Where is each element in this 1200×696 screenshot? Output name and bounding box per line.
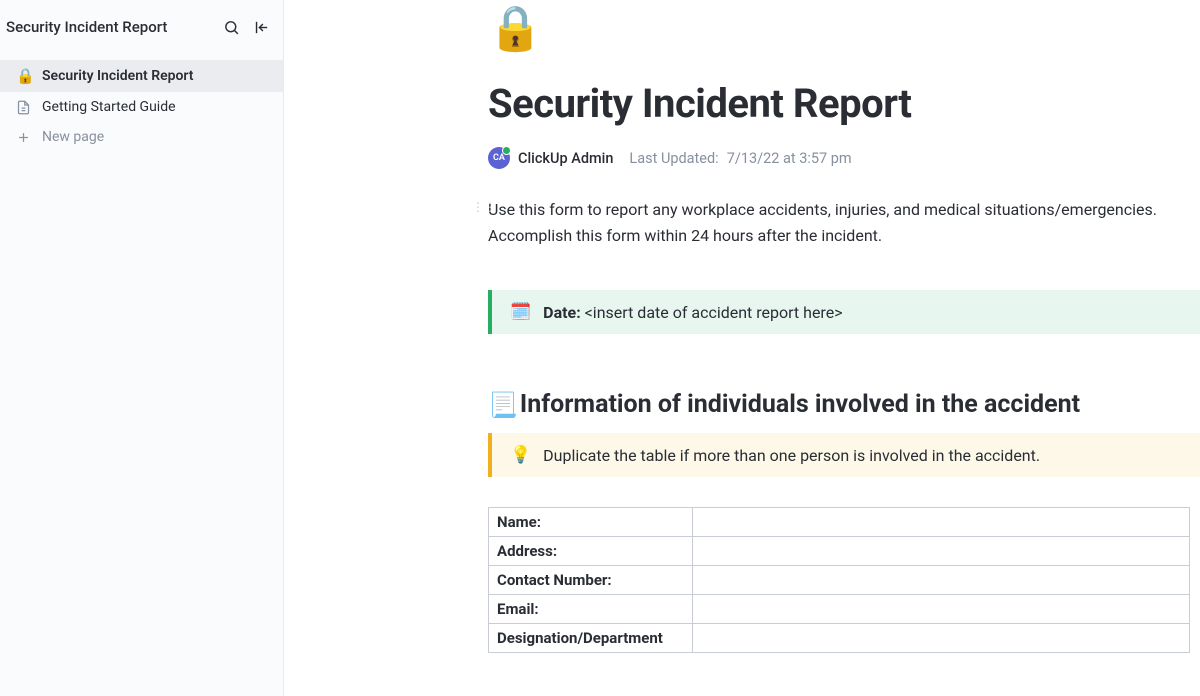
author-avatar[interactable]: CA <box>488 147 510 169</box>
page-icon: 📃 <box>488 391 518 419</box>
sidebar-item-label: Security Incident Report <box>42 68 194 84</box>
field-value[interactable] <box>693 566 1190 595</box>
tip-callout[interactable]: 💡 Duplicate the table if more than one p… <box>488 433 1200 477</box>
document-icon <box>16 100 32 115</box>
intro-text: Use this form to report any workplace ac… <box>488 197 1200 248</box>
section-heading-text: Information of individuals involved in t… <box>520 390 1080 419</box>
table-row: Designation/Department <box>489 624 1190 653</box>
last-updated-label: Last Updated: <box>629 150 718 167</box>
sidebar-header-actions <box>221 17 271 37</box>
field-value[interactable] <box>693 595 1190 624</box>
sidebar: Security Incident Report 🔒 Security Inci… <box>0 0 284 696</box>
page-title[interactable]: Security Incident Report <box>488 80 1200 127</box>
table-row: Contact Number: <box>489 566 1190 595</box>
intro-block[interactable]: ⋮⋮ Use this form to report any workplace… <box>488 197 1200 248</box>
document: 🔒 Security Incident Report CA ClickUp Ad… <box>488 0 1200 653</box>
field-label[interactable]: Name: <box>489 508 693 537</box>
field-label[interactable]: Email: <box>489 595 693 624</box>
page-icon[interactable]: 🔒 <box>488 6 1200 50</box>
page-meta: CA ClickUp Admin Last Updated: 7/13/22 a… <box>488 147 1200 169</box>
plus-icon <box>16 130 32 145</box>
tip-text: Duplicate the table if more than one per… <box>543 446 1040 465</box>
sidebar-item-security-incident-report[interactable]: 🔒 Security Incident Report <box>0 60 283 92</box>
main-content: 🔒 Security Incident Report CA ClickUp Ad… <box>284 0 1200 696</box>
last-updated-value: 7/13/22 at 3:57 pm <box>727 150 852 167</box>
section-heading-individuals[interactable]: 📃Information of individuals involved in … <box>488 390 1200 419</box>
field-label[interactable]: Contact Number: <box>489 566 693 595</box>
table-row: Email: <box>489 595 1190 624</box>
date-callout-text: Date: <insert date of accident report he… <box>543 303 842 322</box>
sidebar-item-getting-started-guide[interactable]: Getting Started Guide <box>0 92 283 122</box>
field-value[interactable] <box>693 624 1190 653</box>
field-value[interactable] <box>693 508 1190 537</box>
date-value: <insert date of accident report here> <box>585 303 843 322</box>
table-row: Address: <box>489 537 1190 566</box>
date-label: Date: <box>543 303 581 322</box>
calendar-icon: 🗓️ <box>510 302 531 322</box>
date-callout[interactable]: 🗓️ Date: <insert date of accident report… <box>488 290 1200 334</box>
individuals-table[interactable]: Name: Address: Contact Number: Email: De… <box>488 507 1190 653</box>
sidebar-header: Security Incident Report <box>0 0 283 54</box>
new-page-label: New page <box>42 129 104 145</box>
table-row: Name: <box>489 508 1190 537</box>
author-name: ClickUp Admin <box>518 150 613 167</box>
workspace-title: Security Incident Report <box>4 18 167 36</box>
field-label[interactable]: Designation/Department <box>489 624 693 653</box>
search-icon[interactable] <box>221 17 241 37</box>
sidebar-item-label: Getting Started Guide <box>42 99 176 115</box>
field-label[interactable]: Address: <box>489 537 693 566</box>
new-page-button[interactable]: New page <box>0 122 283 152</box>
bulb-icon: 💡 <box>510 445 531 465</box>
sidebar-page-list: 🔒 Security Incident Report Getting Start… <box>0 54 283 152</box>
drag-handle-icon[interactable]: ⋮⋮ <box>472 201 496 213</box>
field-value[interactable] <box>693 537 1190 566</box>
lock-icon: 🔒 <box>16 67 32 85</box>
collapse-sidebar-icon[interactable] <box>251 17 271 37</box>
